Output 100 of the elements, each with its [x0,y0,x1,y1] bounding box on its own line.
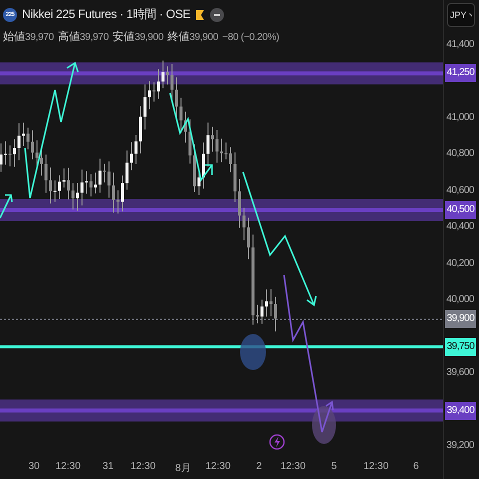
ohlc-label: 高値 [58,30,80,44]
axis-label: 5 [331,461,337,472]
candle [220,138,223,163]
candle [8,144,12,167]
candle [260,299,264,324]
axis-label: 12:30 [280,461,306,472]
candle [134,134,138,164]
candle [31,130,34,160]
candle [0,142,2,172]
candle [211,126,214,152]
axis-label: 40,200 [446,258,474,269]
candle [98,158,102,194]
candle [90,174,92,197]
candle [242,207,246,241]
candle [166,66,169,86]
candle [40,149,43,176]
axis-label: 40,400 [446,221,474,232]
candle [4,140,7,166]
candle [238,178,241,228]
candle [234,152,236,203]
candle [126,150,128,190]
candle [130,142,133,171]
candle [256,304,259,324]
candle [44,154,48,194]
chart-title: Nikkei 225 Futures · 1時間 · OSE [22,6,190,23]
axis-label: 40,000 [446,294,474,306]
candle [62,168,66,188]
candle [270,288,272,317]
axis-label: 41,000 [446,112,474,123]
axis-label: 40,800 [446,148,474,160]
axis-label: 39,600 [446,367,474,378]
candle [116,190,120,214]
axis-label: 12:30 [205,461,231,472]
candle [80,169,84,206]
candle [229,146,232,173]
caret-icon [468,13,472,17]
candle [224,142,228,160]
axis-label: 39,200 [446,440,474,451]
candle [26,127,30,150]
axis-label: 41,400 [446,39,474,50]
ohlc-value: 39,900 [134,32,164,43]
ohlc-value: 39,970 [80,32,109,43]
candle [148,80,151,110]
candle [85,170,88,194]
candle [108,160,110,198]
candle [94,172,97,194]
candle [247,217,250,260]
candle [36,140,38,168]
axis-label: 12:30 [363,461,389,472]
axis-label: 40,600 [446,184,474,196]
highlight-ellipse [240,334,266,370]
candle [54,180,56,202]
candle [139,106,142,154]
candle [121,175,124,212]
candle [103,163,106,183]
price-tag: 41,250 [445,64,476,82]
candle [58,174,61,200]
axis-label: 12:30 [55,461,81,472]
candle [112,172,115,214]
lightning-icon[interactable] [269,434,285,450]
minus-icon[interactable] [210,8,224,22]
candle [76,182,79,212]
candle [144,84,146,130]
flag-icon[interactable] [195,8,206,20]
candle [188,118,192,164]
ohlc-label: 始値 [3,30,25,44]
candle [72,182,74,210]
candle [274,296,277,332]
axis-label: 12:30 [130,461,156,472]
candle [216,130,218,164]
candle [206,122,210,167]
candle [152,82,156,102]
price-tag: 40,500 [445,201,476,220]
axis-label: 2 [256,461,262,472]
candle [157,68,160,100]
candle [13,138,16,168]
price-tag: 39,750 [445,338,476,356]
candle [265,288,268,318]
candle [193,144,196,192]
candle [162,60,164,89]
candle [18,122,20,161]
axis-label: 6 [413,461,419,472]
highlight-ellipse [312,406,336,444]
axis-label: 30 [28,461,40,472]
candle [67,167,70,200]
ohlc-label: 終値 [167,30,190,44]
candle [184,111,187,144]
candle [49,167,52,204]
price-tag: 39,400 [445,402,476,420]
ohlc-label: 安値 [112,30,135,44]
axis-label: 8月 [175,462,191,475]
price-tag: 39,900 [445,310,476,328]
candle [202,142,205,190]
ohlc-value: 39,900 [189,32,218,43]
price-change: −80 (−0.20%) [222,32,280,43]
candle [22,122,25,146]
currency-button[interactable]: JPY [447,3,475,27]
candle [198,171,200,196]
axis-label: 31 [102,461,114,472]
zigzag-arrow [0,194,13,218]
